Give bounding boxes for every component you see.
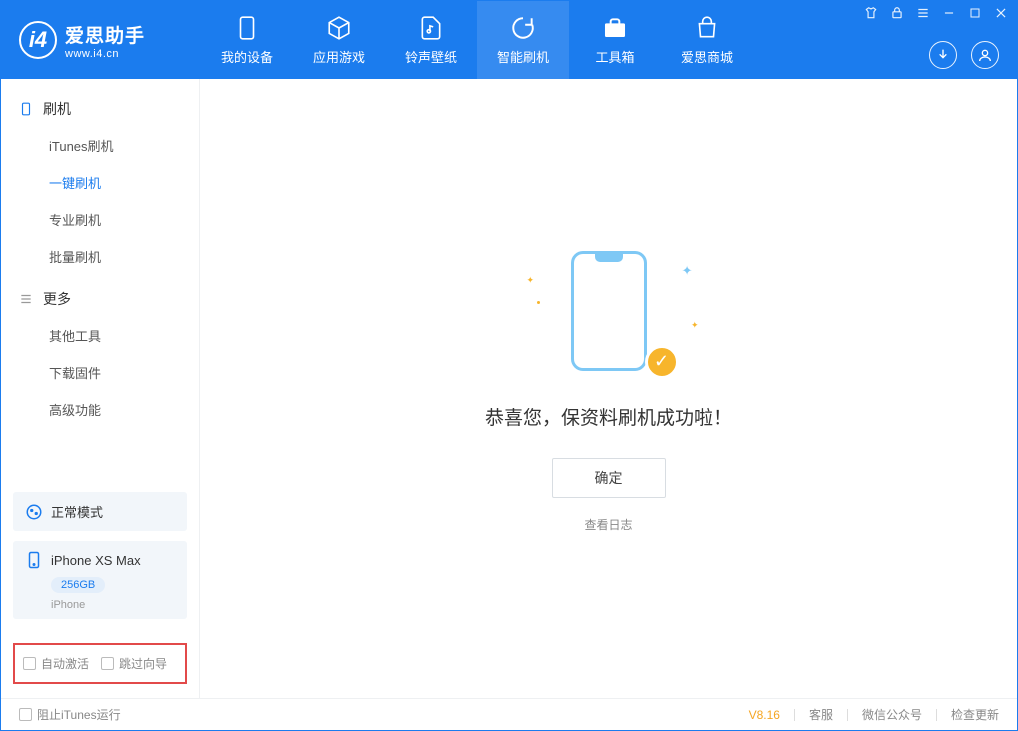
device-phone-icon	[25, 551, 43, 569]
sidebar-item-oneclick-flash[interactable]: 一键刷机	[1, 164, 199, 201]
tab-label: 爱思商城	[681, 47, 733, 66]
version-label: V8.16	[749, 708, 780, 722]
checkbox-auto-activate[interactable]: 自动激活	[23, 655, 89, 672]
checkbox-icon	[23, 657, 36, 670]
sidebar-item-pro-flash[interactable]: 专业刷机	[1, 201, 199, 238]
status-mode-icon	[25, 503, 43, 521]
app-header: i4 爱思助手 www.i4.cn 我的设备 应用游戏	[1, 1, 1017, 79]
menu-icon[interactable]	[915, 5, 931, 21]
sidebar-item-itunes-flash[interactable]: iTunes刷机	[1, 127, 199, 164]
checkbox-icon	[101, 657, 114, 670]
refresh-gear-icon	[510, 15, 536, 41]
sidebar-item-advanced[interactable]: 高级功能	[1, 391, 199, 428]
list-icon	[19, 292, 33, 306]
app-title: 爱思助手	[65, 21, 145, 48]
tab-store[interactable]: 爱思商城	[661, 1, 753, 79]
sidebar-item-batch-flash[interactable]: 批量刷机	[1, 238, 199, 275]
sidebar: 刷机 iTunes刷机 一键刷机 专业刷机 批量刷机 更多 其他工具 下	[1, 79, 200, 698]
sidebar-item-other-tools[interactable]: 其他工具	[1, 317, 199, 354]
success-title: 恭喜您，保资料刷机成功啦！	[485, 403, 732, 430]
footer-wechat-link[interactable]: 微信公众号	[862, 706, 922, 723]
device-card[interactable]: iPhone XS Max 256GB iPhone	[13, 541, 187, 619]
lock-icon[interactable]	[889, 5, 905, 21]
footer-support-link[interactable]: 客服	[809, 706, 833, 723]
close-icon[interactable]	[993, 5, 1009, 21]
success-check-icon: ✓	[645, 345, 679, 379]
tab-label: 铃声壁纸	[405, 47, 457, 66]
music-file-icon	[418, 15, 444, 41]
minimize-icon[interactable]	[941, 5, 957, 21]
tab-my-device[interactable]: 我的设备	[201, 1, 293, 79]
tab-label: 工具箱	[595, 47, 634, 66]
device-type: iPhone	[51, 599, 175, 611]
tab-label: 我的设备	[221, 47, 273, 66]
toolbox-icon	[602, 15, 628, 41]
checkbox-icon	[19, 708, 32, 721]
cube-icon	[326, 15, 352, 41]
highlighted-options-box: 自动激活 跳过向导	[13, 643, 187, 684]
footer-check-update-link[interactable]: 检查更新	[951, 706, 999, 723]
device-storage-badge: 256GB	[51, 577, 105, 593]
view-log-link[interactable]: 查看日志	[584, 516, 632, 533]
confirm-button[interactable]: 确定	[552, 458, 666, 498]
logo-area: i4 爱思助手 www.i4.cn	[1, 1, 201, 79]
shirt-icon[interactable]	[863, 5, 879, 21]
checkbox-block-itunes[interactable]: 阻止iTunes运行	[19, 706, 121, 723]
logo-icon: i4	[19, 21, 57, 59]
sidebar-group-flash: 刷机	[1, 91, 199, 127]
app-subtitle: www.i4.cn	[65, 48, 145, 60]
user-icon[interactable]	[971, 41, 999, 69]
phone-icon	[234, 15, 260, 41]
maximize-icon[interactable]	[967, 5, 983, 21]
main-content: ✓ ✦ ✦ ✦ 恭喜您，保资料刷机成功啦！ 确定 查看日志	[200, 79, 1017, 698]
checkbox-skip-guide[interactable]: 跳过向导	[101, 655, 167, 672]
success-illustration: ✓ ✦ ✦ ✦	[549, 245, 669, 375]
footer: 阻止iTunes运行 V8.16 客服 微信公众号 检查更新	[1, 698, 1017, 730]
device-name: iPhone XS Max	[51, 553, 141, 568]
tab-ringtones-wallpapers[interactable]: 铃声壁纸	[385, 1, 477, 79]
sidebar-group-more: 更多	[1, 281, 199, 317]
download-icon[interactable]	[929, 41, 957, 69]
device-icon	[19, 102, 33, 116]
window-controls	[863, 5, 1009, 21]
bag-icon	[694, 15, 720, 41]
sidebar-item-download-firmware[interactable]: 下载固件	[1, 354, 199, 391]
tab-label: 应用游戏	[313, 47, 365, 66]
tab-smart-flash[interactable]: 智能刷机	[477, 1, 569, 79]
tab-toolbox[interactable]: 工具箱	[569, 1, 661, 79]
status-mode[interactable]: 正常模式	[13, 492, 187, 531]
tab-apps-games[interactable]: 应用游戏	[293, 1, 385, 79]
tab-label: 智能刷机	[497, 47, 549, 66]
